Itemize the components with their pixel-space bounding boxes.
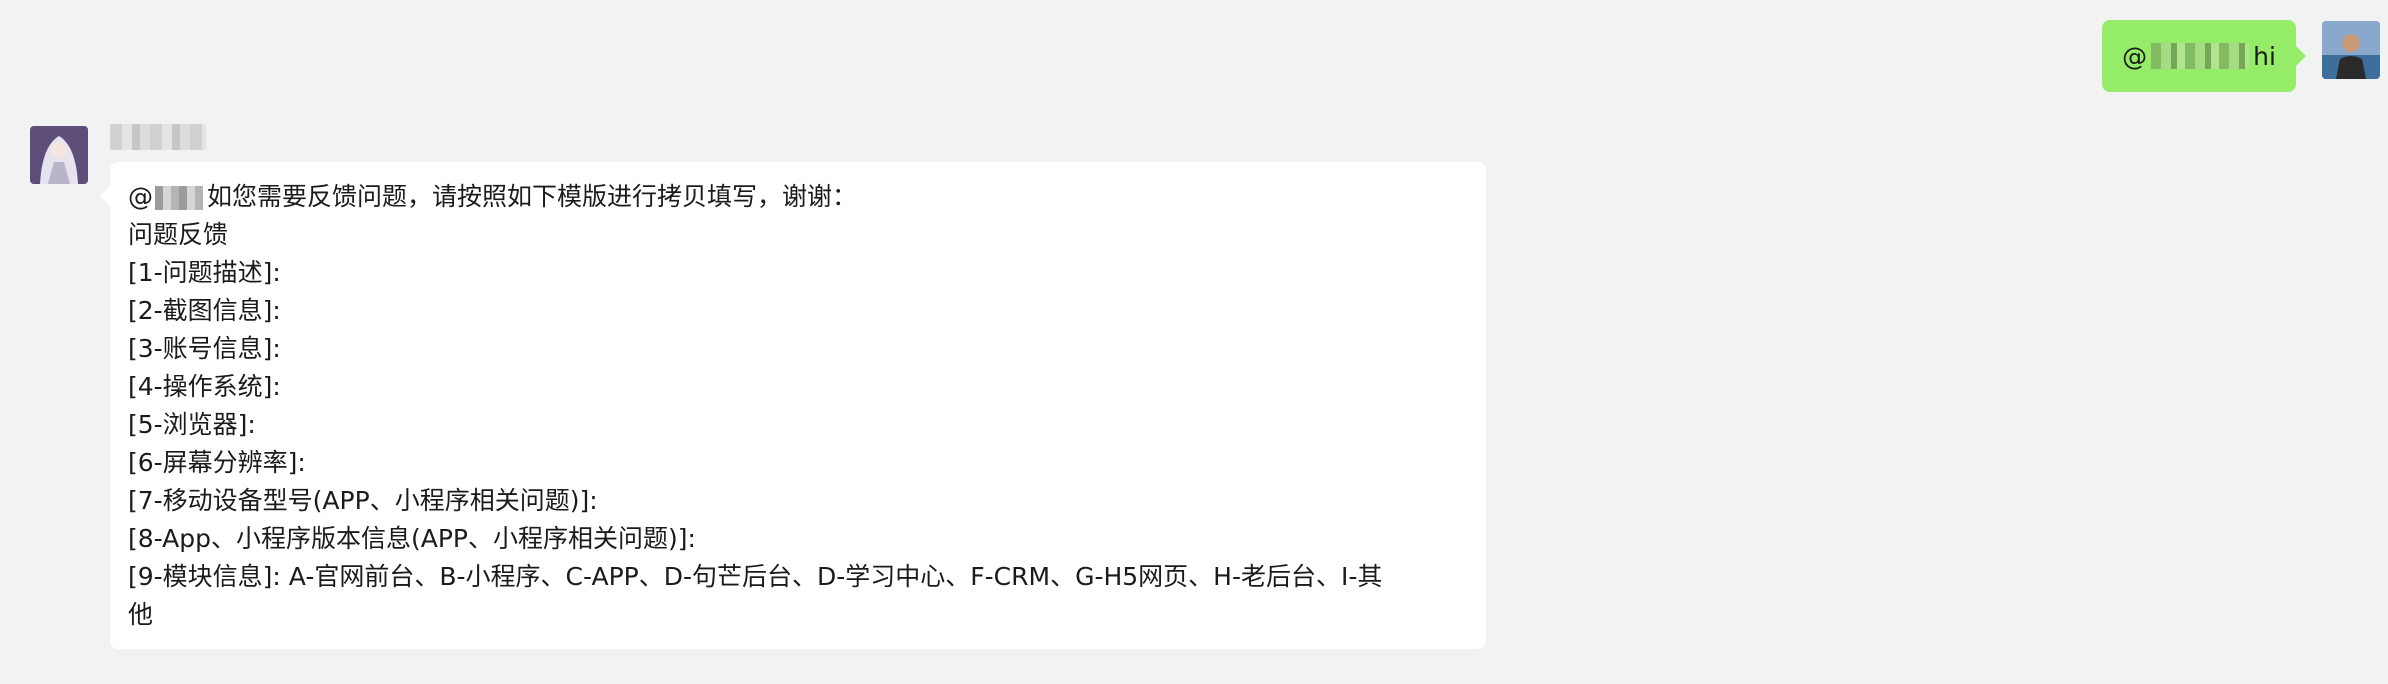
self-avatar[interactable] [2322,21,2380,79]
message-line: [8-App、小程序版本信息(APP、小程序相关问题)]: [128,524,696,553]
sender-avatar[interactable] [30,126,88,184]
message-intro-text: 如您需要反馈问题，请按照如下模版进行拷贝填写，谢谢： [207,182,858,211]
message-line: [9-模块信息]: A-官网前台、B-小程序、C-APP、D-句芒后台、D-学习… [128,562,1383,591]
self-avatar-image [2322,21,2380,79]
message-line: [4-操作系统]: [128,372,281,401]
message-line: [6-屏幕分辨率]: [128,448,306,477]
sender-avatar-image [30,126,88,184]
message-line: [2-截图信息]: [128,296,281,325]
message-line: 问题反馈 [128,220,229,249]
redacted-mention [155,186,203,210]
message-line: [1-问题描述]: [128,258,281,287]
message-line: [5-浏览器]: [128,410,256,439]
sent-message-bubble[interactable]: @ hi [2102,20,2306,92]
message-line: [3-账号信息]: [128,334,281,363]
message-line: 他 [128,600,154,629]
sender-name-redacted [110,124,206,150]
message-line: [7-移动设备型号(APP、小程序相关问题)]: [128,486,598,515]
message-intro-line: @ 如您需要反馈问题，请按照如下模版进行拷贝填写，谢谢： [128,178,1468,216]
redacted-mention [2151,43,2250,69]
sent-message-prefix: @ [2122,41,2148,71]
mention-prefix: @ [128,182,153,211]
sent-message-text: hi [2253,41,2276,71]
received-message-bubble[interactable]: @ 如您需要反馈问题，请按照如下模版进行拷贝填写，谢谢： 问题反馈 [1-问题描述… [100,162,1486,649]
